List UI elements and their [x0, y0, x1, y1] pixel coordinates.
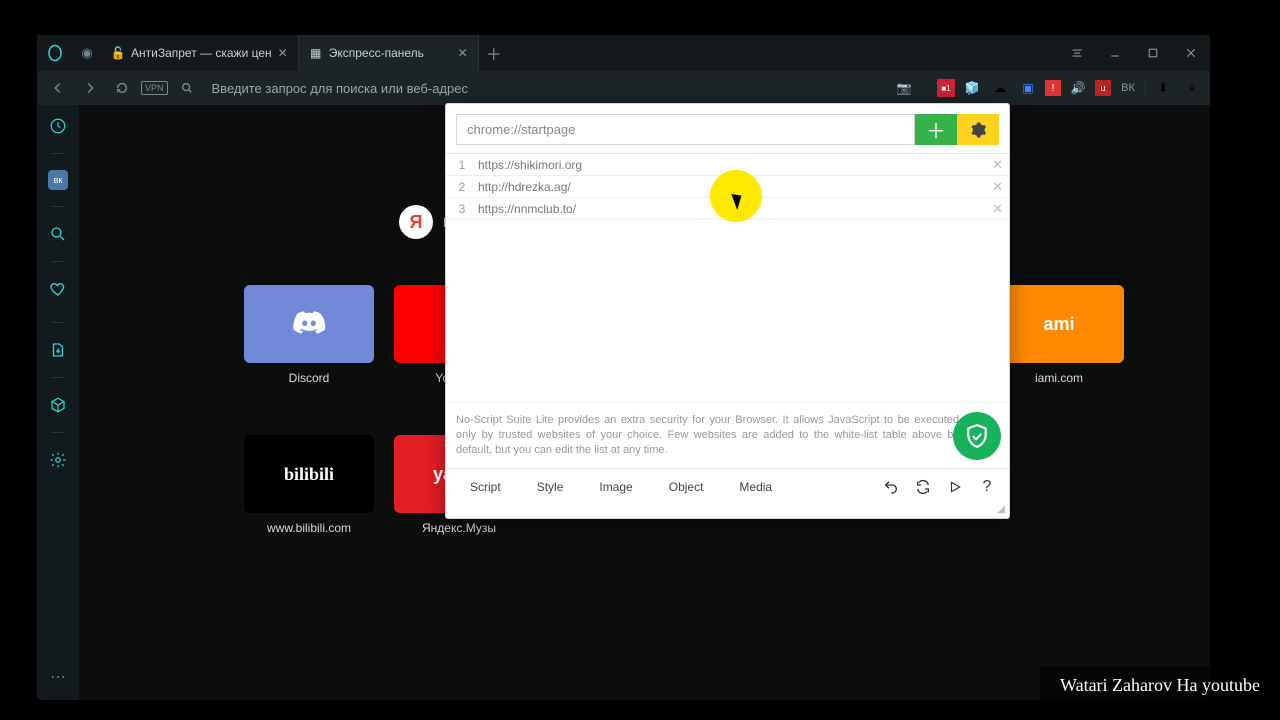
forward-button[interactable] [77, 75, 103, 101]
tab-object[interactable]: Object [651, 480, 722, 494]
refresh-icon[interactable] [907, 478, 939, 496]
search-sidebar-icon[interactable] [47, 223, 69, 245]
vk-icon[interactable]: вк [48, 170, 68, 190]
close-icon[interactable]: ✕ [458, 46, 468, 60]
url-input[interactable] [456, 114, 915, 145]
grid-icon: ▦ [309, 46, 323, 60]
ext-icon-6[interactable]: 🔊 [1067, 78, 1089, 98]
noscript-popup: ＋ 1 https://shikimori.org ✕ 2 http://hdr… [445, 103, 1010, 519]
heart-icon[interactable] [47, 278, 69, 300]
ext-icon-3[interactable]: ☁ [989, 78, 1011, 98]
tab-image[interactable]: Image [581, 480, 650, 494]
cursor-highlight [710, 170, 762, 222]
remove-icon[interactable]: ✕ [992, 179, 1003, 195]
popup-description: No-Script Suite Lite provides an extra s… [446, 402, 1009, 468]
close-icon[interactable]: ✕ [278, 46, 288, 60]
address-bar[interactable]: Введите запрос для поиска или веб-адрес [206, 81, 887, 96]
add-button[interactable]: ＋ [915, 114, 957, 145]
ext-icon-4[interactable]: ▣ [1017, 78, 1039, 98]
tab-antizapret[interactable]: 🔓 АнтиЗапрет — скажи цен ✕ [101, 35, 299, 71]
back-button[interactable] [45, 75, 71, 101]
dial-okami[interactable]: ami iami.com [994, 285, 1124, 385]
lock-open-icon: 🔓 [111, 46, 125, 60]
window-controls [1058, 35, 1210, 71]
yandex-logo-icon[interactable]: Я [399, 205, 433, 239]
popup-header: ＋ [446, 104, 1009, 153]
dial-discord[interactable]: Discord [244, 285, 374, 385]
easy-setup-icon[interactable]: ≡ [1180, 78, 1202, 98]
ext-icon-vk[interactable]: ВК [1117, 78, 1139, 98]
downloads-icon[interactable]: ⬇ [1152, 78, 1174, 98]
tab-script[interactable]: Script [452, 480, 519, 494]
minimize-button[interactable] [1096, 35, 1134, 71]
settings-button[interactable] [957, 114, 999, 145]
tab-title: Экспресс-панель [329, 46, 424, 60]
history-icon[interactable] [47, 115, 69, 137]
tab-title: АнтиЗапрет — скажи цен [131, 46, 272, 60]
tab-speed-dial[interactable]: ▦ Экспресс-панель ✕ [299, 35, 479, 71]
title-bar: ◉ 🔓 АнтиЗапрет — скажи цен ✕ ▦ Экспресс-… [37, 35, 1210, 71]
nav-bar: VPN Введите запрос для поиска или веб-ад… [37, 71, 1210, 105]
flow-icon[interactable] [47, 339, 69, 361]
maximize-button[interactable] [1134, 35, 1172, 71]
discord-titlebar-icon[interactable]: ◉ [73, 45, 101, 61]
close-button[interactable] [1172, 35, 1210, 71]
tab-media[interactable]: Media [721, 480, 790, 494]
cube-icon[interactable] [47, 394, 69, 416]
more-icon[interactable]: ⋯ [47, 666, 69, 688]
search-icon[interactable] [174, 75, 200, 101]
menu-icon[interactable] [1058, 35, 1096, 71]
watermark: Watari Zaharov На youtube [1040, 667, 1280, 704]
ext-icon-1[interactable]: ■1 [937, 79, 955, 97]
new-tab-button[interactable]: ＋ [479, 35, 509, 71]
shield-check-icon[interactable] [953, 412, 1001, 460]
resize-handle-icon[interactable]: ◢ [446, 504, 1009, 518]
remove-icon[interactable]: ✕ [992, 201, 1003, 217]
tab-style[interactable]: Style [519, 480, 582, 494]
remove-icon[interactable]: ✕ [992, 157, 1003, 173]
reload-button[interactable] [109, 75, 135, 101]
camera-icon[interactable]: 📷 [893, 78, 915, 98]
tab-strip: 🔓 АнтиЗапрет — скажи цен ✕ ▦ Экспресс-па… [101, 35, 509, 71]
ext-icon-5[interactable]: ! [1045, 80, 1061, 96]
gear-icon[interactable] [47, 449, 69, 471]
ext-icon-7[interactable]: u [1095, 80, 1111, 96]
play-icon[interactable] [939, 478, 971, 496]
dial-bilibili[interactable]: bilibili www.bilibili.com [244, 435, 374, 535]
opera-logo-icon[interactable] [37, 35, 73, 71]
popup-tabs: Script Style Image Object Media ? [446, 468, 1009, 504]
vpn-badge[interactable]: VPN [141, 81, 168, 95]
undo-icon[interactable] [875, 478, 907, 496]
help-icon[interactable]: ? [971, 478, 1003, 496]
sidebar: вк ⋯ [37, 105, 79, 700]
ext-icon-2[interactable]: 🧊 [961, 78, 983, 98]
